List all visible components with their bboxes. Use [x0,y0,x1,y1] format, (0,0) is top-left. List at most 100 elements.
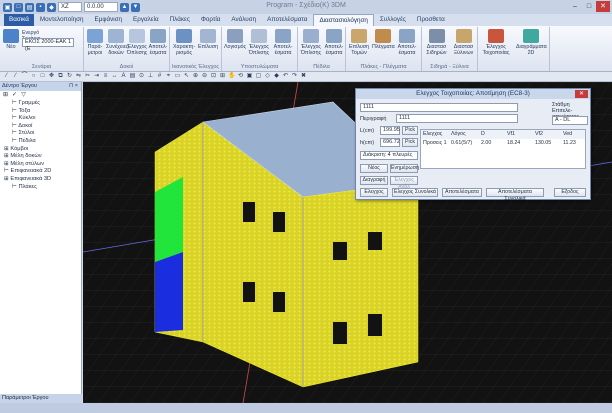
check-all-button[interactable]: Ελεγχος Συνολικά [392,188,438,197]
select-tool-icon[interactable]: ▭ [174,73,181,80]
extend-tool-icon[interactable]: ⇥ [93,73,100,80]
offset-tool-icon[interactable]: ≡ [102,73,109,80]
lcm-input[interactable]: 199.95 [380,126,400,135]
check-button[interactable]: Ελεγχος [360,188,388,197]
tab-view[interactable]: Εμφάνιση [90,14,128,26]
pin-icon[interactable]: ⊓ × [69,82,78,91]
maximize-icon[interactable]: □ [582,1,596,12]
close-icon[interactable]: ✕ [575,90,588,98]
pick-l-button[interactable]: Pick [402,126,418,135]
masonry-check-button[interactable]: Έλεγχος Τοιχοποιίας [482,29,510,56]
filter-icon[interactable]: ▽ [20,92,27,99]
rect-tool-icon[interactable]: □ [39,73,46,80]
hcm-input[interactable]: 696.72 [380,138,400,147]
beam-continuity-button[interactable]: Συνέχειες δοκών [106,29,128,56]
footing-results-button[interactable]: Αποτελ-έσματα [323,29,345,56]
view-3d-icon[interactable]: ◇ [264,73,271,80]
copy-tool-icon[interactable]: ⧉ [57,73,64,80]
tree-item[interactable]: ⊢ Κύκλοι [0,115,81,123]
rotate-tool-icon[interactable]: ↻ [66,73,73,80]
new-button[interactable]: Νέος [360,164,388,173]
mesh-button[interactable]: Πλέγματα [372,29,395,50]
division-select[interactable]: Διάκριση: 4 πλευρές [360,151,418,160]
tab-design[interactable]: Διαστασιολόγηση [313,14,374,26]
circle-tool-icon[interactable]: ○ [30,73,37,80]
redo-icon[interactable]: ↷ [291,73,298,80]
minimize-icon[interactable]: – [568,1,582,12]
tree-item[interactable]: ⊢ Γραμμές [0,100,81,108]
column-check-button[interactable]: Έλεγχος Όπλισης [248,29,270,56]
tab-basic[interactable]: Βασικά [4,14,34,26]
exit-button[interactable]: Εξοδος [554,188,586,197]
line-tool-icon[interactable]: ⁄ [3,73,10,80]
arc-tool-icon[interactable]: ⌒ [21,73,28,80]
column-results-button[interactable]: Αποτελ-έσματα [272,29,294,56]
beam-results-button[interactable]: Αποτελ-έσματα [148,29,168,56]
update-button[interactable]: Ενημέρωση [390,164,419,173]
tree-item[interactable]: ⊢ Στύλοι [0,130,81,138]
dimension-tool-icon[interactable]: ↔ [111,73,118,80]
tab-results[interactable]: Αποτελέσματα [262,14,312,26]
zoom-all-icon[interactable]: ⊞ [219,73,226,80]
close-icon[interactable]: ✕ [596,1,610,12]
pan-icon[interactable]: ✋ [228,73,235,80]
results-all-button[interactable]: Αποτελέσματα Συνολικά [486,188,544,202]
beam-check-button[interactable]: Έλεγχος Όπλισης [127,29,147,56]
timber-design-button[interactable]: Διαστασ Ξύλινων [451,29,476,56]
delete-button[interactable]: Διαγραφή [360,176,388,185]
trim-tool-icon[interactable]: ✂ [84,73,91,80]
tab-tools[interactable]: Εργαλεία [128,14,164,26]
results-button[interactable]: Αποτελέσματα [442,188,482,197]
tree-item[interactable]: ⊢ Πλάκες [0,184,81,192]
check-icon[interactable]: ✓ [11,92,18,99]
mirror-tool-icon[interactable]: ⇋ [75,73,82,80]
render-icon[interactable]: ◆ [273,73,280,80]
snap-tool-icon[interactable]: ⊙ [138,73,145,80]
slab-results-button[interactable]: Αποτελ-έσματα [396,29,418,56]
slab-solve-button[interactable]: Επίλυση Τομών [348,29,370,56]
pick-tool-icon[interactable]: ↖ [183,73,190,80]
check-analysis-button[interactable]: Έλεγχος Ανάλ [390,176,418,190]
solve-button[interactable]: Επίλυση [197,29,219,50]
tree-item[interactable]: ⊞ Μέλη δοκών [0,153,81,161]
steel-design-button[interactable]: Διαστασ Σιδηρών [424,29,449,56]
tree-item[interactable]: ⊢ Πέδιλα [0,138,81,146]
polyline-tool-icon[interactable]: ⁄ [12,73,19,80]
footing-check-button[interactable]: Έλεγχος Όπλισης [300,29,322,56]
column-calc-button[interactable]: Λογισμός [224,29,246,50]
view-front-icon[interactable]: ▣ [246,73,253,80]
delete-icon[interactable]: ✖ [300,73,307,80]
tree-item[interactable]: ⊢ Επιφανειακά 2D [0,168,81,176]
ortho-tool-icon[interactable]: ⊥ [147,73,154,80]
pick-h-button[interactable]: Pick [402,138,418,147]
zoom-window-icon[interactable]: ⊡ [210,73,217,80]
expand-icon[interactable]: ⊞ [2,92,9,99]
level-select[interactable]: A - DL [552,116,588,125]
scenario-select[interactable]: ΕΚΟΣ 2000-ΕΑΚ 1 (Ε [22,38,74,52]
diagrams-2d-button[interactable]: Διαγράμματα 2D [516,29,547,56]
tab-loads[interactable]: Φορτία [196,14,226,26]
desc-input[interactable]: 1111 [396,114,518,123]
tab-analysis[interactable]: Ανάλυση [226,14,261,26]
measure-tool-icon[interactable]: ⌖ [165,73,172,80]
tree-item[interactable]: ⊞ Επιφανειακά 3D [0,176,81,184]
tab-slabs[interactable]: Πλάκες [165,14,195,26]
zoom-in-icon[interactable]: ⊕ [192,73,199,80]
view-top-icon[interactable]: ▢ [255,73,262,80]
move-tool-icon[interactable]: ✥ [48,73,55,80]
table-row[interactable]: Προσεις 1 0.61(5/7) 2.00 18.24 130.05 11… [421,139,585,148]
new-scenario-button[interactable]: Νέο [3,29,19,50]
zoom-out-icon[interactable]: ⊖ [201,73,208,80]
layer-tool-icon[interactable]: ▤ [129,73,136,80]
characterize-button[interactable]: Χαρακτη-ρισμός [173,29,195,56]
tab-modeling[interactable]: Μοντελοποίηση [35,14,89,26]
beam-params-button[interactable]: Παρά-μετροι [86,29,104,56]
window-opening [243,202,255,222]
grid-tool-icon[interactable]: # [156,73,163,80]
wall-select[interactable]: 1111 [360,103,518,112]
tab-collections[interactable]: Συλλογές [375,14,411,26]
undo-icon[interactable]: ↶ [282,73,289,80]
tab-addons[interactable]: Προσθετα [412,14,450,26]
text-tool-icon[interactable]: A [120,73,127,80]
orbit-icon[interactable]: ⟲ [237,73,244,80]
